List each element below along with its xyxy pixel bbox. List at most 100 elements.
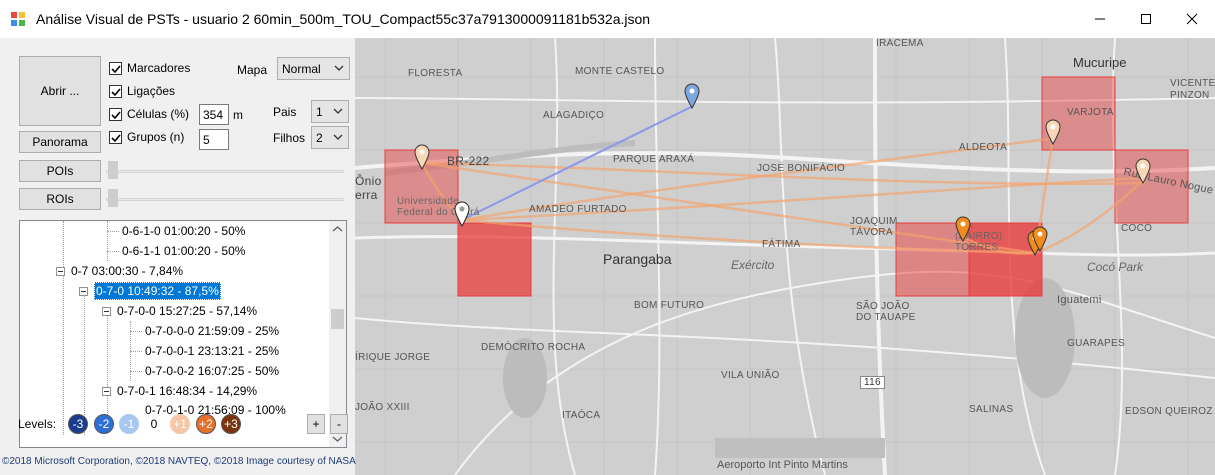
tree-node[interactable]: 0-7-0-0-2 16:07:25 - 50% — [145, 362, 279, 380]
rois-button[interactable]: ROIs — [19, 188, 101, 210]
tree-node[interactable]: 0-6-1-1 01:00:20 - 50% — [122, 242, 245, 260]
map-label: SALINAS — [969, 404, 1014, 415]
map-label: ALAGADIÇO — [543, 110, 605, 121]
cells-size-input[interactable]: 354 — [199, 104, 229, 125]
filhos-select[interactable]: 2 — [311, 126, 349, 149]
map-label: EDSON QUEIROZ — [1125, 406, 1213, 417]
checkbox-box[interactable] — [109, 84, 122, 98]
map-label: Exército — [731, 258, 775, 272]
pais-value: 1 — [316, 105, 323, 119]
filhos-label: Filhos — [273, 131, 306, 145]
map-label: GUARAPES — [1067, 338, 1125, 349]
pais-select[interactable]: 1 — [311, 100, 349, 123]
map-label: Ônio erra — [355, 174, 382, 202]
map-marker[interactable] — [414, 144, 430, 170]
map-label: JOAQUIM TÁVORA — [850, 216, 898, 238]
chevron-down-icon — [333, 134, 343, 140]
map-label: FLORESTA — [408, 68, 463, 79]
level-button[interactable]: -1 — [119, 414, 139, 434]
map-canvas — [355, 38, 1215, 475]
tree-guide — [107, 221, 108, 261]
cell[interactable] — [457, 222, 532, 297]
tree-guide — [107, 311, 108, 431]
minimize-icon — [1095, 18, 1105, 20]
airport-runway — [715, 438, 885, 458]
map-label: VARJOTA — [1067, 107, 1114, 118]
map-label: Cocó Park — [1087, 260, 1144, 274]
level-button[interactable]: +2 — [196, 414, 216, 434]
map-mode-select[interactable]: Normal — [277, 57, 350, 80]
collapse-icon[interactable] — [102, 387, 111, 396]
level-button[interactable]: -2 — [94, 414, 114, 434]
tree-node[interactable]: 0-7-0-0 15:27:25 - 57,14% — [117, 302, 257, 320]
tree-node[interactable]: 0-7-0-1-0 21:56:09 - 100% — [145, 401, 286, 419]
map-label: BOM FUTURO — [634, 300, 705, 311]
slider-thumb[interactable] — [108, 189, 118, 207]
cells-checkbox[interactable]: Células (%) — [109, 107, 189, 121]
map-label: ÍRIQUE JORGE — [355, 352, 431, 363]
map-marker[interactable] — [955, 216, 971, 242]
map-marker[interactable] — [1135, 158, 1151, 184]
panorama-button[interactable]: Panorama — [19, 131, 101, 153]
checkbox-box[interactable] — [109, 61, 122, 75]
level-button[interactable]: -3 — [68, 414, 88, 434]
checkbox-box[interactable] — [109, 107, 122, 121]
groups-checkbox[interactable]: Grupos (n) — [109, 130, 184, 144]
map-label: FÁTIMA — [762, 239, 801, 250]
check-icon — [111, 110, 121, 119]
levels-label: Levels: — [18, 417, 57, 431]
scroll-thumb[interactable] — [331, 309, 344, 329]
checkbox-box[interactable] — [109, 130, 122, 144]
map-marker[interactable] — [1045, 119, 1061, 145]
map-copyright: ©2018 Microsoft Corporation, ©2018 NAVTE… — [2, 456, 356, 467]
tree-node[interactable]: 0-7 03:00:30 - 7,84% — [71, 262, 183, 280]
collapse-icon[interactable] — [102, 307, 111, 316]
scroll-up-icon[interactable] — [329, 221, 346, 238]
map-mode-value: Normal — [282, 62, 321, 76]
maximize-button[interactable] — [1123, 0, 1169, 38]
minimize-button[interactable] — [1077, 0, 1123, 38]
map-marker[interactable] — [1032, 226, 1048, 252]
close-button[interactable] — [1169, 0, 1215, 38]
map-label: COCÓ — [1121, 223, 1153, 234]
title-bar: Análise Visual de PSTs - usuario 2 60min… — [0, 0, 1215, 38]
open-button[interactable]: Abrir ... — [19, 56, 101, 126]
level-button[interactable]: +1 — [170, 414, 190, 434]
level-button[interactable]: 0 — [144, 414, 164, 434]
map-label: SÃO JOÃO DO TAUAPE — [856, 301, 916, 323]
map-label: IRACEMA — [876, 38, 924, 49]
tree-node[interactable]: 0-7-0-1 16:48:34 - 14,29% — [117, 382, 257, 400]
map-marker[interactable] — [684, 83, 700, 109]
groups-count-input[interactable]: 5 — [199, 129, 229, 150]
markers-checkbox[interactable]: Marcadores — [109, 61, 190, 75]
map-marker[interactable] — [454, 201, 470, 227]
map-view[interactable]: IRACEMA FLORESTA MONTE CASTELO ALAGADIÇO… — [355, 38, 1215, 475]
tree-node-selected[interactable]: 0-7-0 10:49:32 - 87,5% — [94, 282, 221, 300]
map-label: Mucuripe — [1073, 55, 1127, 70]
collapse-icon[interactable] — [56, 267, 65, 276]
links-label: Ligações — [127, 84, 176, 98]
map-label: AMADEO FURTADO — [529, 204, 627, 215]
level-minus-button[interactable]: - — [330, 414, 348, 434]
markers-label: Marcadores — [127, 61, 191, 75]
slider-thumb[interactable] — [108, 161, 118, 179]
check-icon — [111, 133, 121, 142]
level-button[interactable]: +3 — [221, 414, 241, 434]
level-plus-button[interactable]: + — [307, 414, 325, 434]
map-label: Universidade Federal do Ceará — [397, 196, 480, 218]
map-label: Parangaba — [603, 251, 672, 267]
tree-node[interactable]: 0-7-0-0-0 21:59:09 - 25% — [145, 322, 279, 340]
check-icon — [111, 87, 121, 96]
tree-node[interactable]: 0-7-0-0-1 23:13:21 - 25% — [145, 342, 279, 360]
tree-node[interactable]: 0-6-1-0 01:00:20 - 50% — [122, 222, 245, 240]
map-label: DEMÓCRITO ROCHA — [481, 342, 586, 353]
map-label: VILA UNIÃO — [721, 370, 780, 381]
pois-slider[interactable] — [106, 159, 344, 183]
collapse-icon[interactable] — [79, 287, 88, 296]
tree-guide — [130, 331, 142, 332]
tree-guide — [63, 221, 64, 435]
pois-button[interactable]: POIs — [19, 160, 101, 182]
rois-slider[interactable] — [106, 187, 344, 211]
links-checkbox[interactable]: Ligações — [109, 84, 175, 98]
slider-track — [106, 198, 344, 201]
